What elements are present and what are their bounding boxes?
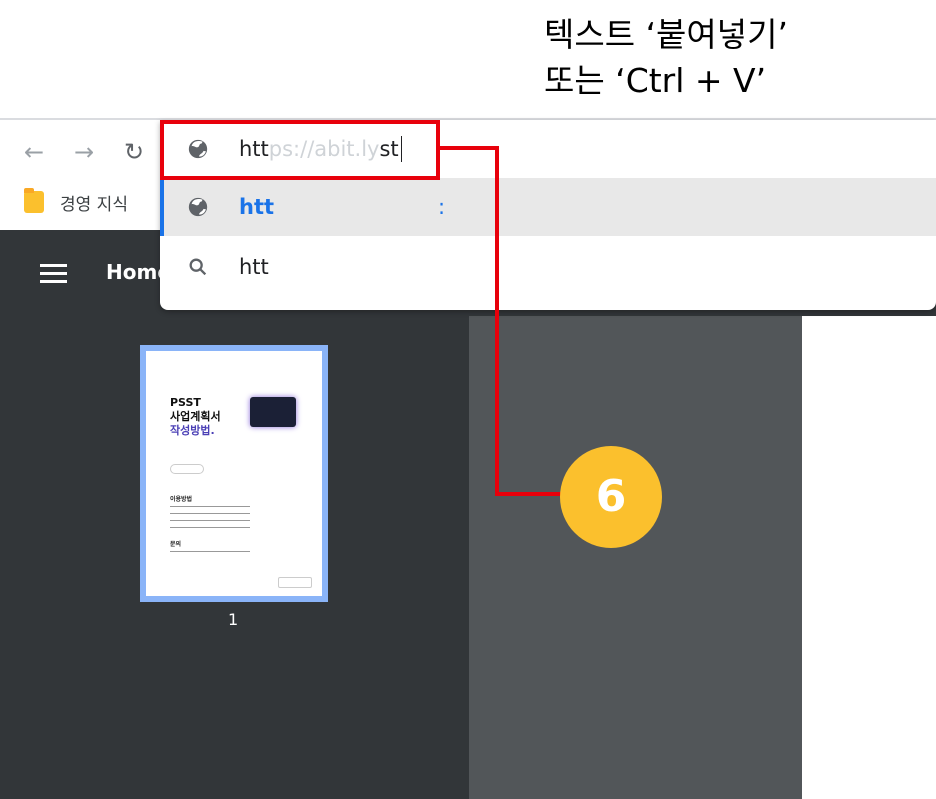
- back-icon[interactable]: ←: [20, 138, 48, 166]
- page-thumbnail[interactable]: PSST 사업계획서 작성방법. 이용방법 문의: [140, 345, 328, 602]
- folder-icon: [24, 188, 44, 213]
- suggestion-url-tail: :: [438, 195, 446, 219]
- bookmark-item[interactable]: 경영 지식: [24, 188, 128, 216]
- forward-icon[interactable]: →: [70, 138, 98, 166]
- callout-line: [495, 146, 499, 496]
- instruction-caption: 텍스트 ‘붙여넣기’ 또는 ‘Ctrl + V’: [544, 12, 788, 104]
- bookmark-label: 경영 지식: [60, 194, 128, 215]
- caption-line-2: 또는 ‘Ctrl + V’: [544, 61, 767, 100]
- globe-icon: [188, 197, 208, 217]
- callout-line: [436, 146, 499, 150]
- callout-line: [495, 492, 565, 496]
- reload-icon[interactable]: ↻: [120, 138, 148, 166]
- suggestion-search[interactable]: htt: [160, 238, 936, 296]
- thumbnail-image: [250, 397, 296, 427]
- suggestion-search-text: htt: [239, 255, 269, 279]
- step-badge: 6: [560, 446, 662, 548]
- menu-icon[interactable]: [40, 264, 67, 284]
- caption-line-1: 텍스트 ‘붙여넣기’: [544, 15, 788, 54]
- thumbnail-section-2: 문의: [170, 541, 182, 548]
- page-number: 1: [228, 610, 239, 629]
- suggestion-url[interactable]: htt :: [160, 178, 936, 236]
- thumbnail-section-1: 이용방법: [170, 496, 193, 503]
- suggestion-url-text: htt: [239, 195, 275, 219]
- thumbnail-pill: [170, 464, 204, 474]
- highlight-box: [160, 120, 440, 180]
- search-icon: [189, 258, 207, 276]
- pdf-page: [802, 316, 936, 799]
- thumbnail-page: PSST 사업계획서 작성방법. 이용방법 문의: [146, 351, 322, 596]
- thumbnail-heading: PSST 사업계획서 작성방법.: [170, 396, 221, 437]
- thumbnail-button: [278, 577, 312, 588]
- pdf-main-area: [469, 316, 802, 799]
